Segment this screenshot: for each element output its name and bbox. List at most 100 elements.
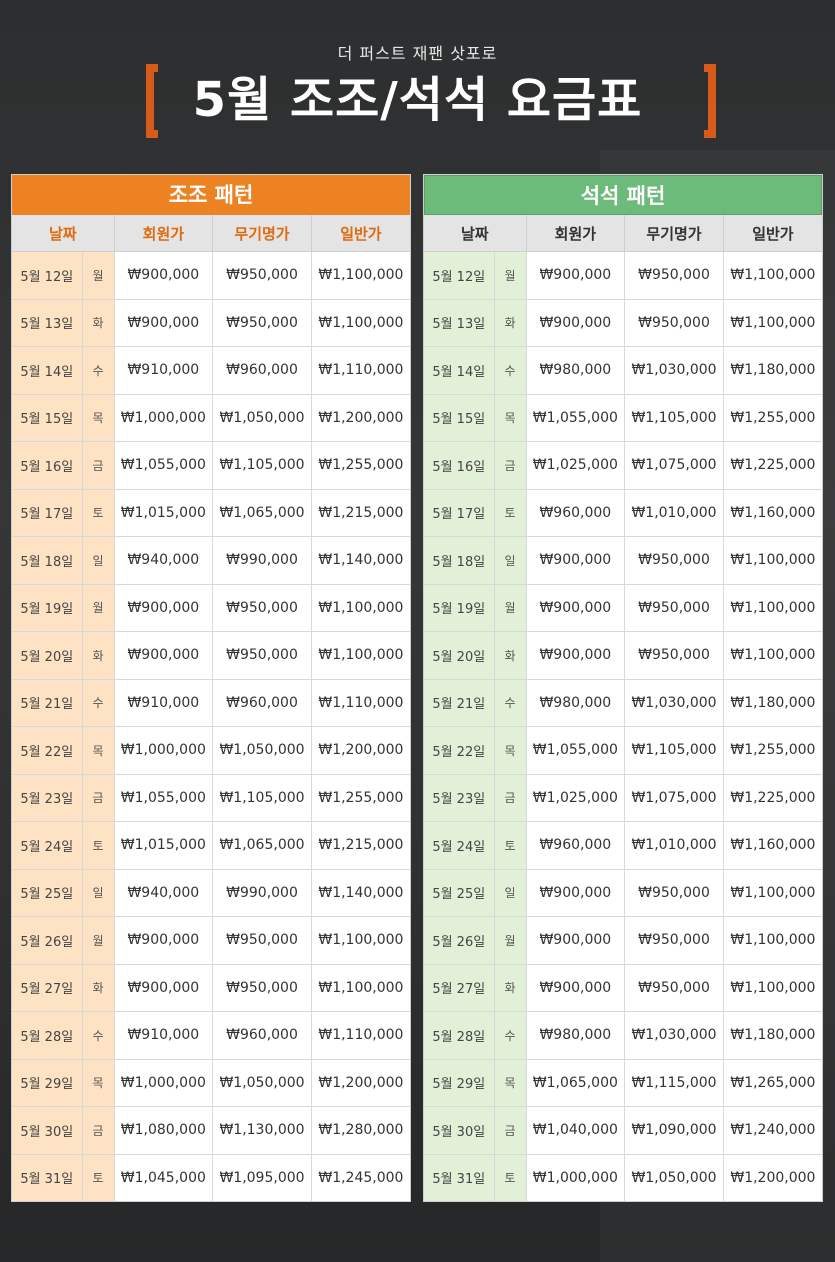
table-row: 5월 25일 일 ₩900,000 ₩950,000 ₩1,100,000 [424, 869, 822, 917]
table-row: 5월 13일 화 ₩900,000 ₩950,000 ₩1,100,000 [424, 299, 822, 347]
member-price-cell: ₩1,015,000 [114, 821, 214, 870]
row-weekday: 토 [82, 489, 115, 537]
gun-price-cell: ₩950,000 [212, 584, 312, 632]
member-price-cell: ₩900,000 [114, 964, 214, 1012]
row-weekday: 일 [82, 869, 115, 917]
general-price-cell: ₩1,110,000 [311, 1011, 410, 1060]
member-price-cell: ₩900,000 [526, 631, 626, 680]
row-weekday: 토 [82, 1154, 115, 1201]
table-row: 5월 29일 목 ₩1,065,000 ₩1,115,000 ₩1,265,000 [424, 1059, 822, 1107]
general-price-cell: ₩1,100,000 [311, 631, 410, 680]
gun-price-cell: ₩990,000 [212, 536, 312, 585]
member-price-cell: ₩1,055,000 [526, 726, 626, 775]
table-row: 5월 28일 수 ₩910,000 ₩960,000 ₩1,110,000 [12, 1011, 410, 1060]
table-row: 5월 22일 목 ₩1,000,000 ₩1,050,000 ₩1,200,000 [12, 726, 410, 775]
table-row: 5월 12일 월 ₩900,000 ₩950,000 ₩1,100,000 [424, 251, 822, 300]
member-price-cell: ₩1,045,000 [114, 1154, 214, 1201]
header-member-price: 회원가 [114, 215, 214, 252]
table-row: 5월 23일 금 ₩1,055,000 ₩1,105,000 ₩1,255,000 [12, 774, 410, 822]
general-price-cell: ₩1,100,000 [311, 916, 410, 965]
general-price-cell: ₩1,100,000 [723, 251, 822, 300]
row-weekday: 수 [82, 679, 115, 727]
gun-price-cell: ₩1,065,000 [212, 821, 312, 870]
member-price-cell: ₩1,025,000 [526, 774, 626, 822]
general-price-cell: ₩1,180,000 [723, 679, 822, 727]
member-price-cell: ₩900,000 [526, 251, 626, 300]
member-price-cell: ₩910,000 [114, 346, 214, 395]
gun-price-cell: ₩960,000 [212, 1011, 312, 1060]
member-price-cell: ₩900,000 [526, 964, 626, 1012]
row-date: 5월 26일 [424, 916, 495, 965]
gun-price-cell: ₩1,050,000 [212, 394, 312, 442]
table-row: 5월 13일 화 ₩900,000 ₩950,000 ₩1,100,000 [12, 299, 410, 347]
general-price-cell: ₩1,100,000 [311, 584, 410, 632]
general-price-cell: ₩1,280,000 [311, 1106, 410, 1155]
row-date: 5월 19일 [12, 584, 83, 632]
row-date: 5월 13일 [424, 299, 495, 347]
header-member-price: 회원가 [526, 215, 626, 252]
table-row: 5월 12일 월 ₩900,000 ₩950,000 ₩1,100,000 [12, 251, 410, 300]
member-price-cell: ₩1,065,000 [526, 1059, 626, 1107]
gun-price-cell: ₩950,000 [624, 536, 724, 585]
venue-subtitle: 더 퍼스트 재팬 삿포로 [337, 44, 498, 63]
row-date: 5월 30일 [12, 1106, 83, 1155]
row-date: 5월 25일 [12, 869, 83, 917]
row-date: 5월 14일 [424, 346, 495, 395]
member-price-cell: ₩1,055,000 [114, 774, 214, 822]
row-date: 5월 17일 [12, 489, 83, 537]
row-date: 5월 18일 [424, 536, 495, 585]
member-price-cell: ₩1,080,000 [114, 1106, 214, 1155]
row-date: 5월 30일 [424, 1106, 495, 1155]
gun-price-cell: ₩950,000 [624, 299, 724, 347]
row-weekday: 목 [494, 394, 527, 442]
general-price-cell: ₩1,110,000 [311, 679, 410, 727]
row-date: 5월 12일 [424, 251, 495, 300]
row-date: 5월 16일 [424, 441, 495, 490]
member-price-cell: ₩980,000 [526, 1011, 626, 1060]
table-row: 5월 17일 토 ₩960,000 ₩1,010,000 ₩1,160,000 [424, 489, 822, 537]
member-price-cell: ₩900,000 [526, 869, 626, 917]
row-date: 5월 18일 [12, 536, 83, 585]
general-price-cell: ₩1,100,000 [311, 251, 410, 300]
table-row: 5월 30일 금 ₩1,040,000 ₩1,090,000 ₩1,240,000 [424, 1106, 822, 1155]
table-row: 5월 18일 일 ₩900,000 ₩950,000 ₩1,100,000 [424, 536, 822, 585]
row-date: 5월 23일 [424, 774, 495, 822]
gun-price-cell: ₩960,000 [212, 679, 312, 727]
row-date: 5월 28일 [12, 1011, 83, 1060]
member-price-cell: ₩900,000 [526, 536, 626, 585]
row-weekday: 일 [82, 536, 115, 585]
general-price-cell: ₩1,140,000 [311, 869, 410, 917]
member-price-cell: ₩1,000,000 [114, 394, 214, 442]
member-price-cell: ₩940,000 [114, 869, 214, 917]
gun-price-cell: ₩1,090,000 [624, 1106, 724, 1155]
table-row: 5월 31일 토 ₩1,045,000 ₩1,095,000 ₩1,245,000 [12, 1154, 410, 1201]
row-weekday: 목 [494, 1059, 527, 1107]
table-row: 5월 22일 목 ₩1,055,000 ₩1,105,000 ₩1,255,000 [424, 726, 822, 775]
row-date: 5월 22일 [12, 726, 83, 775]
table-row: 5월 14일 수 ₩980,000 ₩1,030,000 ₩1,180,000 [424, 346, 822, 395]
gun-price-cell: ₩1,065,000 [212, 489, 312, 537]
row-date: 5월 25일 [424, 869, 495, 917]
gun-price-cell: ₩990,000 [212, 869, 312, 917]
gun-price-cell: ₩1,050,000 [212, 1059, 312, 1107]
row-date: 5월 16일 [12, 441, 83, 490]
general-price-cell: ₩1,245,000 [318, 1169, 404, 1186]
row-date: 5월 17일 [424, 489, 495, 537]
table-row: 5월 20일 화 ₩900,000 ₩950,000 ₩1,100,000 [424, 631, 822, 680]
general-price-cell: ₩1,255,000 [311, 774, 410, 822]
general-price-cell: ₩1,100,000 [311, 964, 410, 1012]
member-price-cell: ₩960,000 [526, 489, 626, 537]
gun-price-cell: ₩1,030,000 [624, 679, 724, 727]
gun-price-cell: ₩1,050,000 [624, 1154, 724, 1201]
table-row: 5월 27일 화 ₩900,000 ₩950,000 ₩1,100,000 [12, 964, 410, 1012]
gun-price-cell: ₩1,105,000 [624, 394, 724, 442]
member-price-cell: ₩900,000 [114, 584, 214, 632]
general-price-cell: ₩1,200,000 [730, 1169, 816, 1186]
right-bracket-decoration [704, 64, 716, 138]
gun-price-cell: ₩1,095,000 [212, 1154, 312, 1201]
header-date: 날짜 [424, 215, 527, 252]
table-row: 5월 16일 금 ₩1,055,000 ₩1,105,000 ₩1,255,000 [12, 441, 410, 490]
row-date: 5월 29일 [12, 1059, 83, 1107]
gun-price-cell: ₩950,000 [624, 251, 724, 300]
row-date: 5월 24일 [424, 821, 495, 870]
